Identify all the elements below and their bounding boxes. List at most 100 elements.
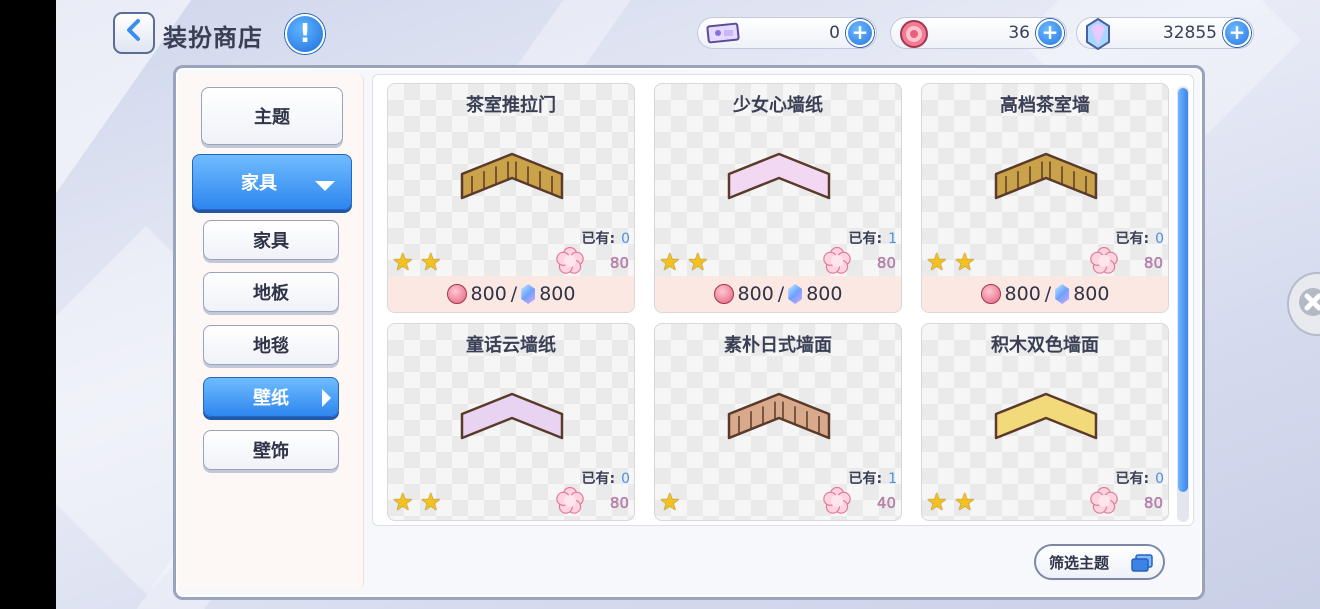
flower-icon <box>823 246 851 275</box>
shop-item-card[interactable]: 素朴日式墙面已有: 1 ★ 40 <box>654 323 902 521</box>
cards-icon <box>1131 554 1153 576</box>
rarity-stars: ★ ★ <box>926 490 978 514</box>
star-icon: ★ <box>954 488 976 516</box>
ticket-icon <box>706 21 740 49</box>
owned-label: 已有: <box>1115 471 1150 487</box>
coin-currency: 36 + <box>890 17 1067 49</box>
scrollbar-thumb[interactable] <box>1178 88 1188 492</box>
ticket-currency: 0 + <box>697 17 877 49</box>
ticket-count: 0 <box>829 23 840 43</box>
crystal-count: 32855 <box>1162 23 1217 43</box>
crystal-currency: 32855 + <box>1076 17 1254 51</box>
flower-icon <box>556 246 584 275</box>
rarity-stars: ★ <box>659 490 683 514</box>
rarity-stars: ★ ★ <box>926 250 978 274</box>
item-name: 高档茶室墙 <box>1000 95 1090 116</box>
flower-icon <box>1090 486 1118 515</box>
info-button[interactable]: ! <box>285 14 325 54</box>
sidebar-item-furniture-group[interactable]: 家具 <box>192 154 352 210</box>
rarity-stars: ★ ★ <box>659 250 711 274</box>
owned-value: 1 <box>888 471 897 487</box>
comfort-points: 80 <box>1143 494 1163 512</box>
crystal-price: 800 <box>1073 283 1110 305</box>
shop-item-card[interactable]: 少女心墙纸 已有: 1 ★ ★ 80 800/800 <box>654 83 902 313</box>
sidebar-item-label: 壁饰 <box>253 441 289 462</box>
wallpaper-preview-image <box>986 146 1106 206</box>
owned-value: 0 <box>621 231 630 247</box>
rarity-stars: ★ ★ <box>392 490 444 514</box>
wallpaper-preview-image <box>452 146 572 206</box>
sidebar-item-label: 地板 <box>253 283 289 304</box>
coin-icon <box>713 284 734 304</box>
price-bar: 800/800 <box>922 276 1168 312</box>
comfort-points: 80 <box>876 254 896 272</box>
exclamation-icon: ! <box>299 19 311 49</box>
sidebar-item-carpet[interactable]: 地毯 <box>203 325 339 365</box>
wallpaper-preview-image <box>719 146 839 206</box>
sidebar-item-theme[interactable]: 主题 <box>201 87 343 145</box>
star-icon: ★ <box>954 248 976 276</box>
shop-item-card[interactable]: 积木双色墙面已有: 0 ★ ★ 80 <box>921 323 1169 521</box>
owned-count: 已有: 0 <box>1115 468 1164 488</box>
star-icon: ★ <box>659 248 681 276</box>
star-icon: ★ <box>392 488 414 516</box>
star-icon: ★ <box>687 248 709 276</box>
owned-count: 已有: 0 <box>1115 228 1164 248</box>
owned-value: 0 <box>621 471 630 487</box>
shop-item-card[interactable]: 高档茶室墙已有: 0 ★ ★ 80 800/800 <box>921 83 1169 313</box>
comfort-points: 40 <box>876 494 896 512</box>
owned-label: 已有: <box>581 471 616 487</box>
item-name: 积木双色墙面 <box>991 335 1099 356</box>
rarity-stars: ★ ★ <box>392 250 444 274</box>
star-icon: ★ <box>392 248 414 276</box>
owned-label: 已有: <box>581 231 616 247</box>
owned-label: 已有: <box>848 471 883 487</box>
add-coin-button[interactable]: + <box>1036 19 1064 47</box>
coin-icon <box>899 19 929 53</box>
owned-value: 0 <box>1155 231 1164 247</box>
star-icon: ★ <box>926 488 948 516</box>
wallpaper-preview-image <box>719 386 839 446</box>
sidebar-item-wallpaper[interactable]: 壁纸 <box>203 377 339 417</box>
item-name: 茶室推拉门 <box>466 95 556 116</box>
filter-theme-button[interactable]: 筛选主题 <box>1034 544 1165 580</box>
star-icon: ★ <box>420 248 442 276</box>
close-icon <box>1297 286 1320 322</box>
flower-icon <box>823 486 851 515</box>
flower-icon <box>556 486 584 515</box>
page-title: 装扮商店 <box>163 24 263 52</box>
sidebar-item-label: 主题 <box>254 107 290 128</box>
sidebar-item-floor[interactable]: 地板 <box>203 272 339 312</box>
sidebar-item-furniture[interactable]: 家具 <box>203 220 339 260</box>
sidebar-item-wall-decor[interactable]: 壁饰 <box>203 430 339 470</box>
star-icon: ★ <box>659 488 681 516</box>
owned-value: 1 <box>888 231 897 247</box>
price-separator: / <box>510 283 518 305</box>
crystal-icon <box>1085 17 1111 54</box>
chevron-left-icon <box>124 18 144 49</box>
star-icon: ★ <box>926 248 948 276</box>
coin-price: 800 <box>470 283 507 305</box>
owned-count: 已有: 0 <box>581 228 630 248</box>
crystal-icon <box>1055 284 1070 304</box>
flower-icon <box>1090 246 1118 275</box>
wallpaper-preview-image <box>452 386 572 446</box>
price-separator: / <box>777 283 785 305</box>
coin-price: 800 <box>737 283 774 305</box>
add-crystal-button[interactable]: + <box>1223 19 1251 47</box>
coin-count: 36 <box>1008 23 1030 43</box>
add-ticket-button[interactable]: + <box>846 19 874 47</box>
owned-count: 已有: 1 <box>848 468 897 488</box>
owned-count: 已有: 1 <box>848 228 897 248</box>
filter-label: 筛选主题 <box>1049 553 1110 572</box>
item-name: 素朴日式墙面 <box>724 335 832 356</box>
price-bar: 800/800 <box>655 276 901 312</box>
shop-item-card[interactable]: 童话云墙纸 已有: 0 ★ ★ 80 <box>387 323 635 521</box>
back-button[interactable] <box>113 12 155 54</box>
comfort-points: 80 <box>1143 254 1163 272</box>
sidebar-item-label: 地毯 <box>253 336 289 357</box>
price-bar: 800/800 <box>388 276 634 312</box>
crystal-icon <box>788 284 803 304</box>
shop-item-card[interactable]: 茶室推拉门 已有: 0 ★ ★ 80 800/800 <box>387 83 635 313</box>
owned-label: 已有: <box>848 231 883 247</box>
